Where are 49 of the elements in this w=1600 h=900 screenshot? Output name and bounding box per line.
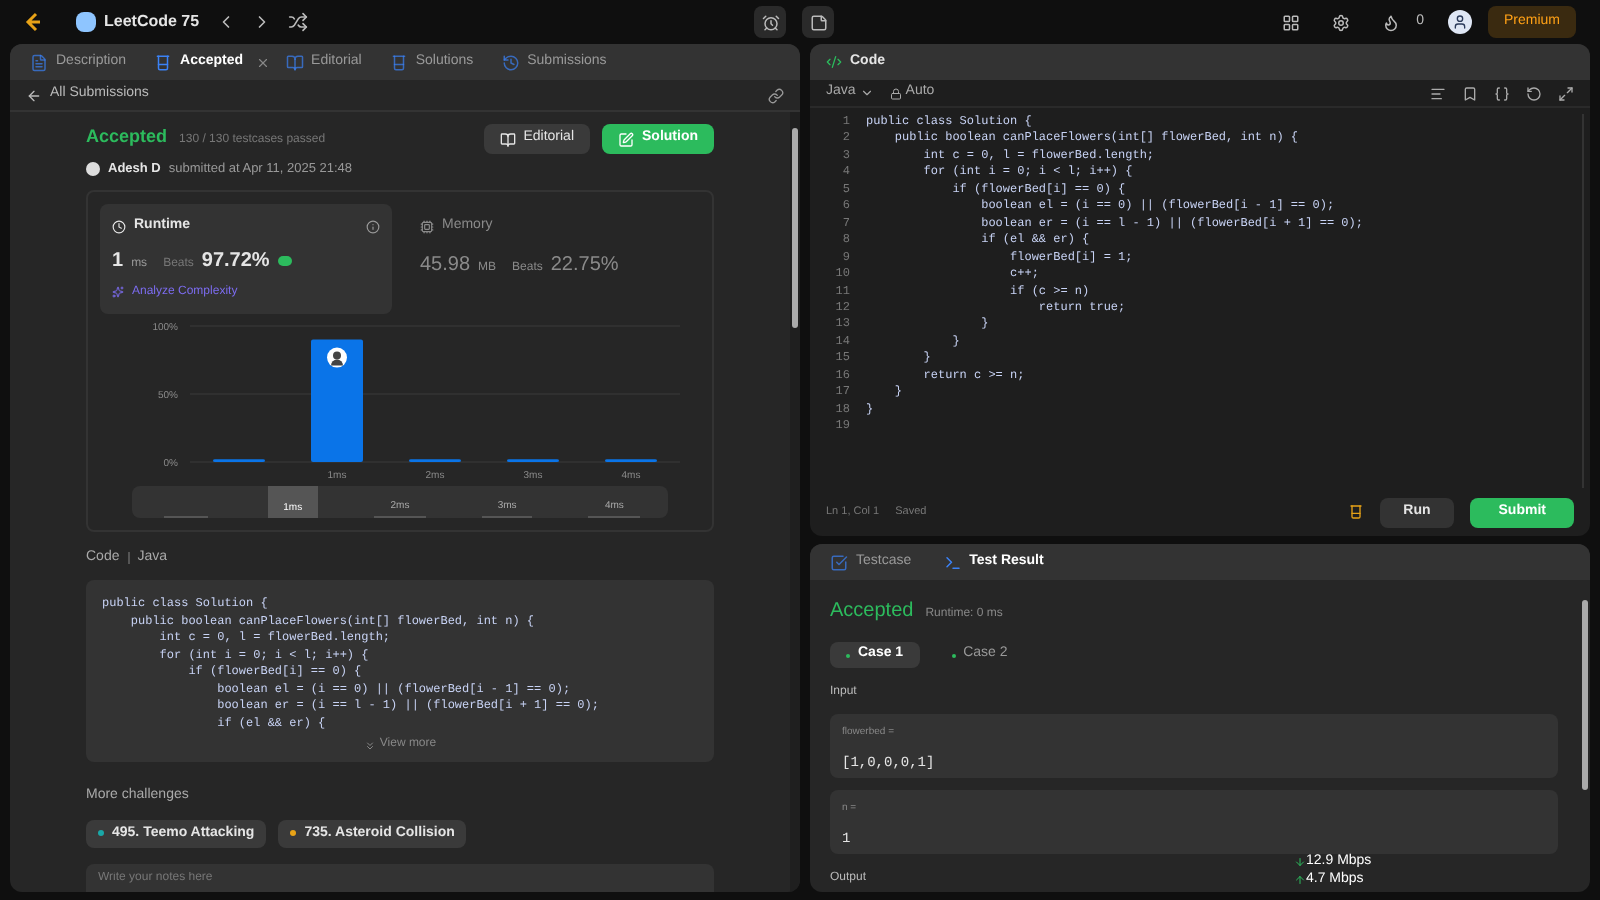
tab-icon — [285, 53, 304, 71]
result-status: Accepted — [830, 598, 914, 626]
code-icon — [826, 54, 842, 70]
streak-icon[interactable] — [1382, 13, 1401, 31]
memory-value: 45.98 — [420, 251, 471, 280]
beats-value: 22.75% — [550, 251, 619, 280]
link-icon[interactable] — [768, 87, 784, 103]
info-icon[interactable] — [366, 220, 380, 234]
scrollbar[interactable] — [790, 112, 800, 892]
avatar-icon — [86, 161, 100, 176]
expand-icon[interactable] — [1558, 85, 1574, 101]
logo-icon[interactable] — [24, 11, 44, 33]
book-icon — [499, 131, 516, 147]
tab-icon — [830, 553, 848, 571]
tab-icon — [30, 53, 48, 71]
chevrons-down-icon — [363, 739, 376, 752]
clock-icon — [112, 220, 126, 234]
list-icon — [76, 12, 96, 32]
close-icon[interactable] — [255, 55, 270, 69]
arrow-down-icon — [1294, 855, 1306, 867]
notes-button[interactable] — [802, 6, 835, 38]
chip-icon — [420, 220, 434, 234]
status-text: Accepted — [86, 124, 168, 150]
tab-icon — [943, 553, 962, 571]
avatar-icon — [327, 347, 347, 368]
beats-value: 97.72% — [201, 247, 270, 276]
bookmark-icon[interactable] — [1462, 85, 1478, 101]
note-icon — [809, 13, 828, 31]
reset-icon[interactable] — [1526, 85, 1542, 101]
runtime-value: 1 — [112, 247, 124, 276]
tab-icon — [389, 53, 408, 71]
shuffle-icon[interactable] — [287, 12, 308, 32]
back-arrow-icon — [26, 87, 42, 103]
arrow-up-icon — [1294, 873, 1306, 885]
chevron-down-icon — [859, 86, 874, 100]
histogram-bar[interactable] — [311, 339, 363, 462]
sparkle-icon — [112, 286, 124, 299]
edit-icon — [618, 131, 634, 147]
list-title[interactable]: LeetCode 75 — [104, 10, 200, 34]
layout-icon[interactable] — [1282, 13, 1301, 31]
braces-icon[interactable] — [1494, 85, 1510, 101]
tab-icon — [154, 53, 173, 71]
alarm-icon — [761, 13, 780, 31]
lock-icon — [889, 87, 902, 99]
format-icon[interactable] — [1430, 85, 1446, 101]
tab-icon — [501, 53, 520, 71]
avatar-icon[interactable] — [1447, 10, 1472, 34]
alarm-button[interactable] — [754, 6, 787, 38]
settings-icon[interactable] — [1332, 13, 1351, 31]
